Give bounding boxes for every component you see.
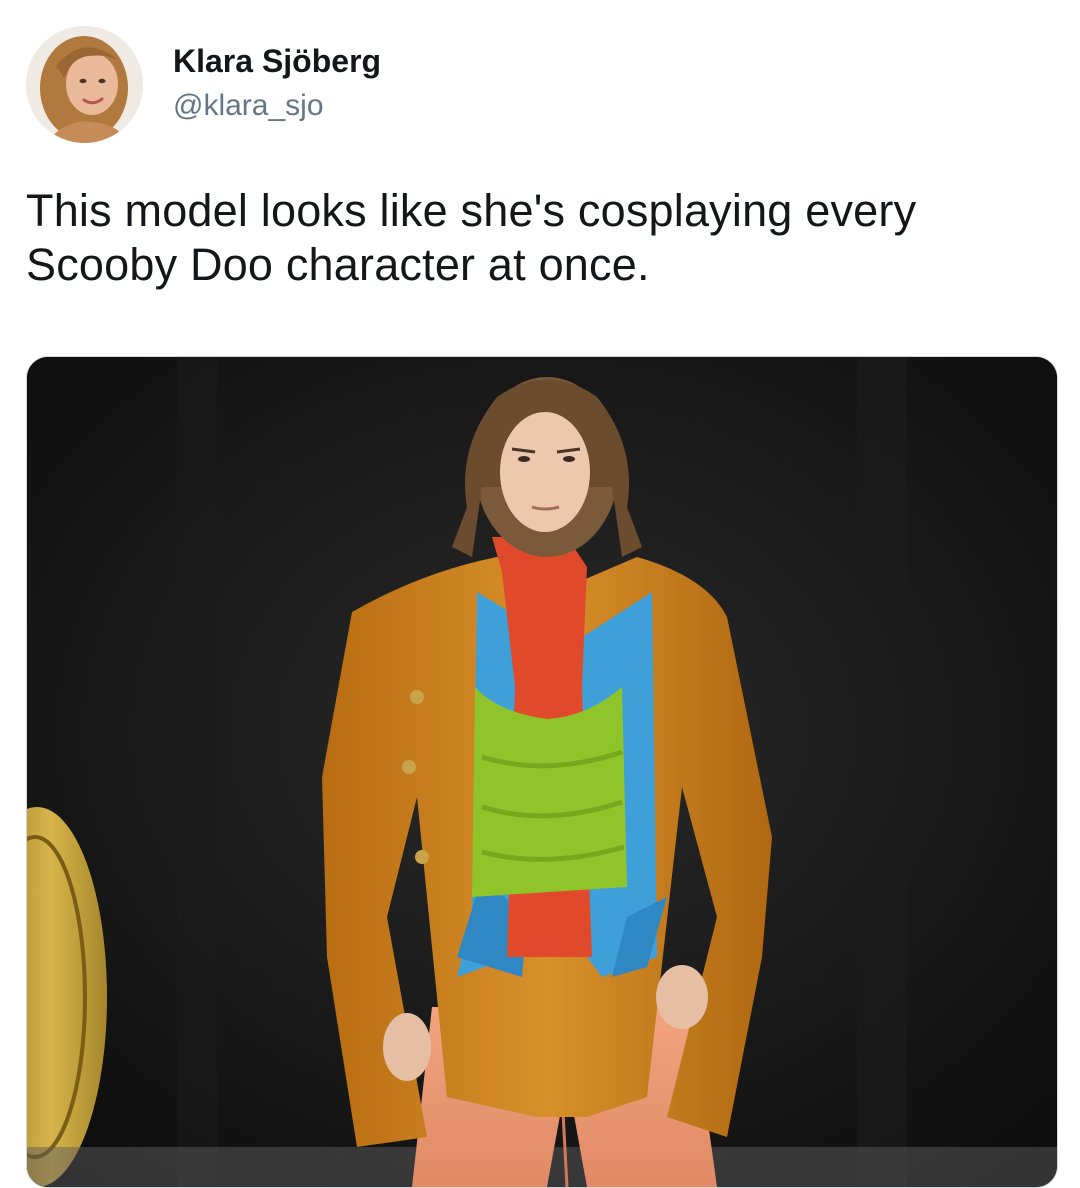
tweet-media-photo[interactable] bbox=[26, 356, 1058, 1188]
author-avatar[interactable] bbox=[26, 26, 143, 143]
author-handle[interactable]: @klara_sjo bbox=[173, 88, 324, 124]
tweet-card: Klara Sjöberg @klara_sjo This model look… bbox=[0, 0, 1080, 1188]
profile-photo-icon bbox=[26, 26, 143, 143]
author-display-name[interactable]: Klara Sjöberg bbox=[173, 42, 381, 80]
tweet-text: This model looks like she's cosplaying e… bbox=[26, 185, 917, 290]
runway-photo-icon bbox=[27, 357, 1057, 1187]
